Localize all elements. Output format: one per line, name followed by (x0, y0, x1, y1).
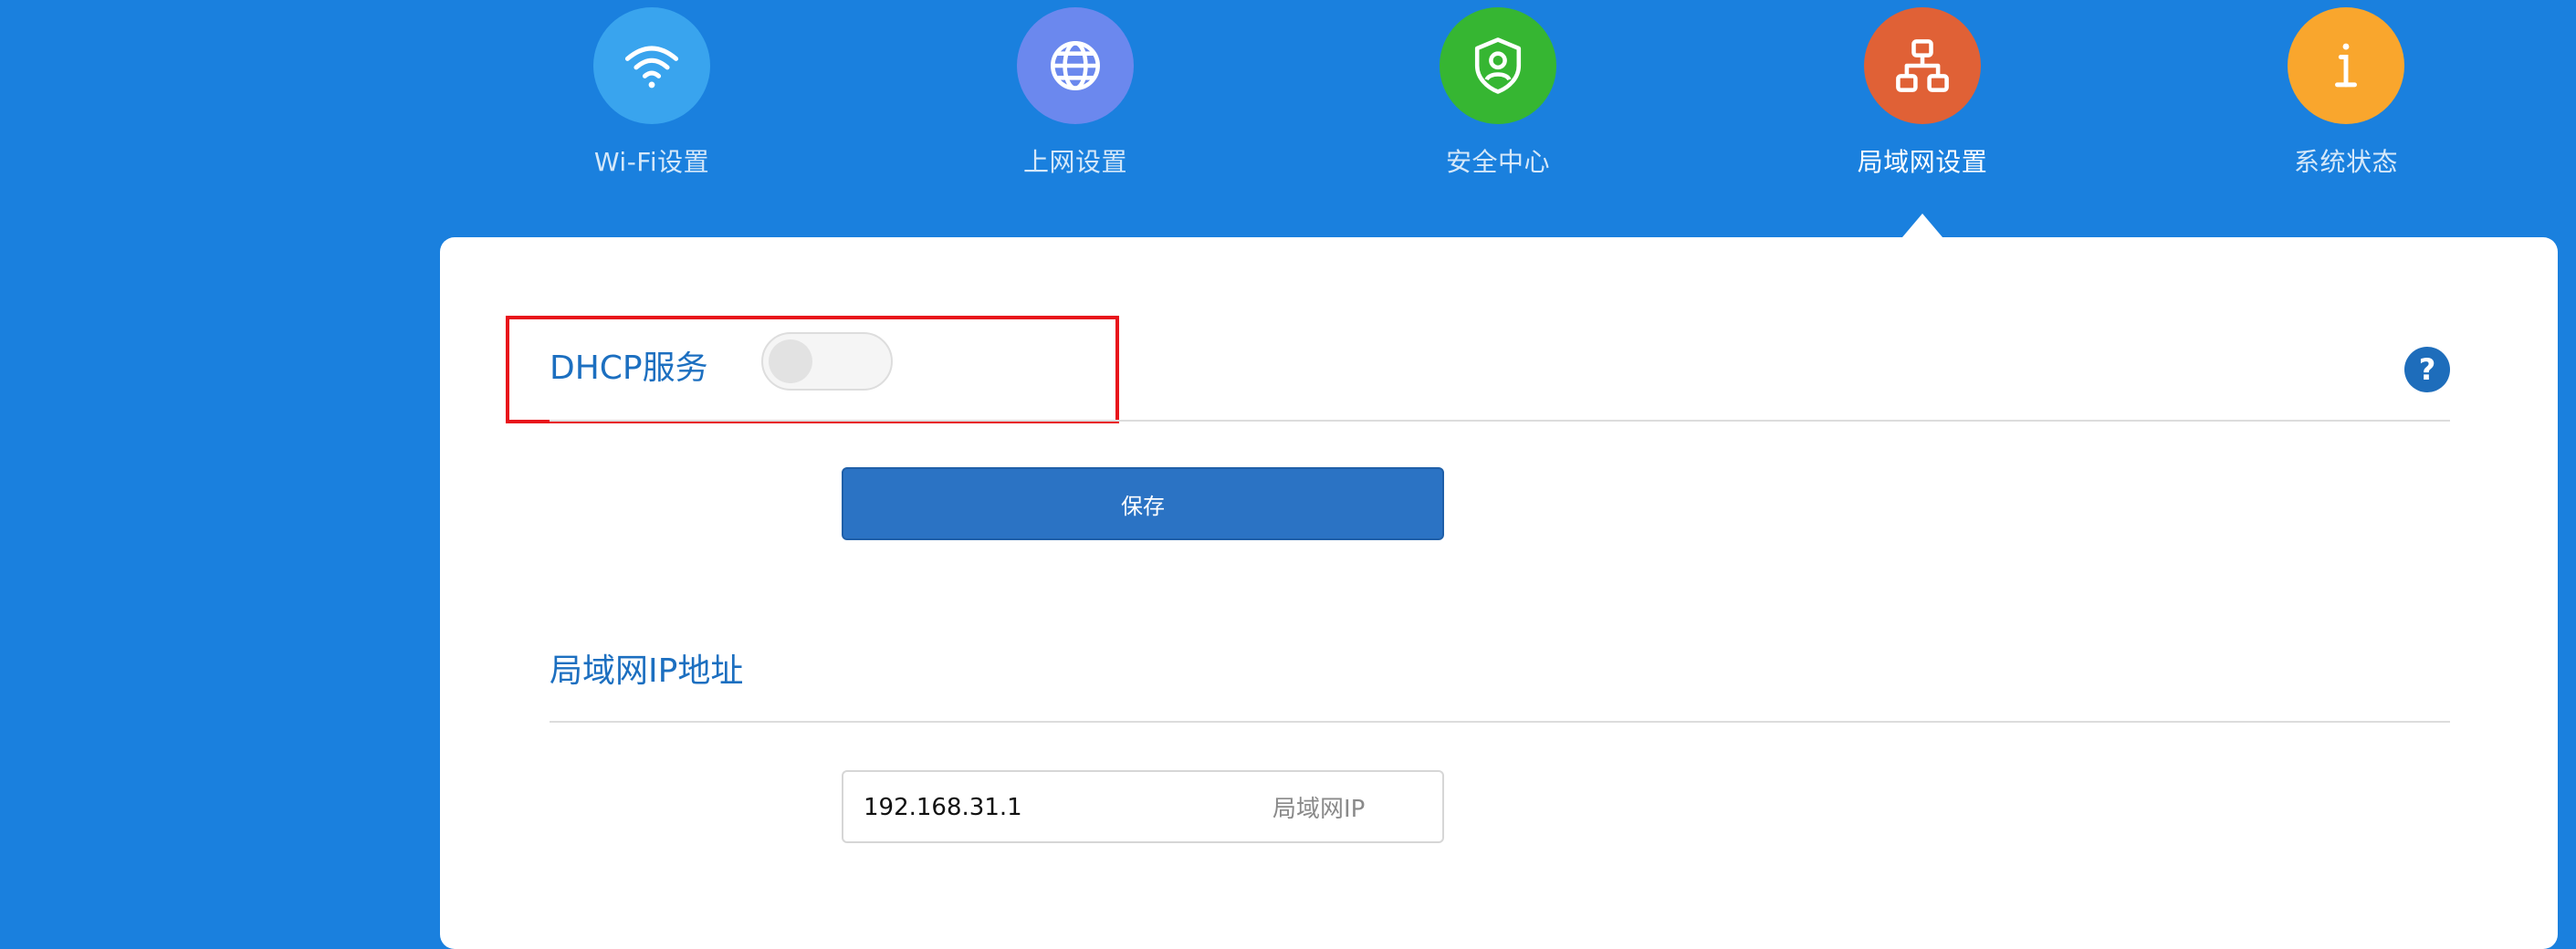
shield-user-icon (1440, 7, 1556, 124)
divider (550, 721, 2450, 723)
nav-lan-settings[interactable]: 局域网设置 (1804, 7, 2041, 179)
dhcp-toggle[interactable] (761, 332, 893, 391)
nav-label: 上网设置 (1022, 147, 1127, 177)
nav-system-status[interactable]: 系统状态 (2227, 7, 2465, 179)
info-icon (2288, 7, 2404, 124)
divider (550, 420, 2450, 422)
globe-icon (1017, 7, 1134, 124)
nav-internet-settings[interactable]: 上网设置 (957, 7, 1194, 179)
lan-ip-input[interactable] (862, 772, 1230, 843)
nav-wifi-settings[interactable]: Wi-Fi设置 (533, 7, 770, 179)
settings-panel: DHCP服务 ? 保存 局域网IP地址 局域网IP (440, 237, 2558, 949)
nav-label: Wi-Fi设置 (593, 147, 710, 177)
nav-label: 局域网设置 (1857, 147, 1988, 177)
toggle-knob (769, 339, 812, 383)
wifi-icon (593, 7, 710, 124)
lan-ip-suffix: 局域网IP (1272, 795, 1366, 823)
lan-ip-title: 局域网IP地址 (550, 652, 744, 690)
help-icon[interactable]: ? (2404, 347, 2450, 392)
active-tab-pointer (1902, 214, 1942, 237)
top-nav: Wi-Fi设置 上网设置 安全中心 局域网设置 系统状态 (0, 0, 2576, 237)
dhcp-label: DHCP服务 (550, 349, 708, 387)
nav-security-center[interactable]: 安全中心 (1379, 7, 1617, 179)
nav-label: 安全中心 (1445, 147, 1550, 177)
save-button[interactable]: 保存 (842, 467, 1444, 540)
network-icon (1864, 7, 1981, 124)
lan-ip-field: 局域网IP (842, 770, 1444, 843)
nav-label: 系统状态 (2293, 147, 2398, 177)
